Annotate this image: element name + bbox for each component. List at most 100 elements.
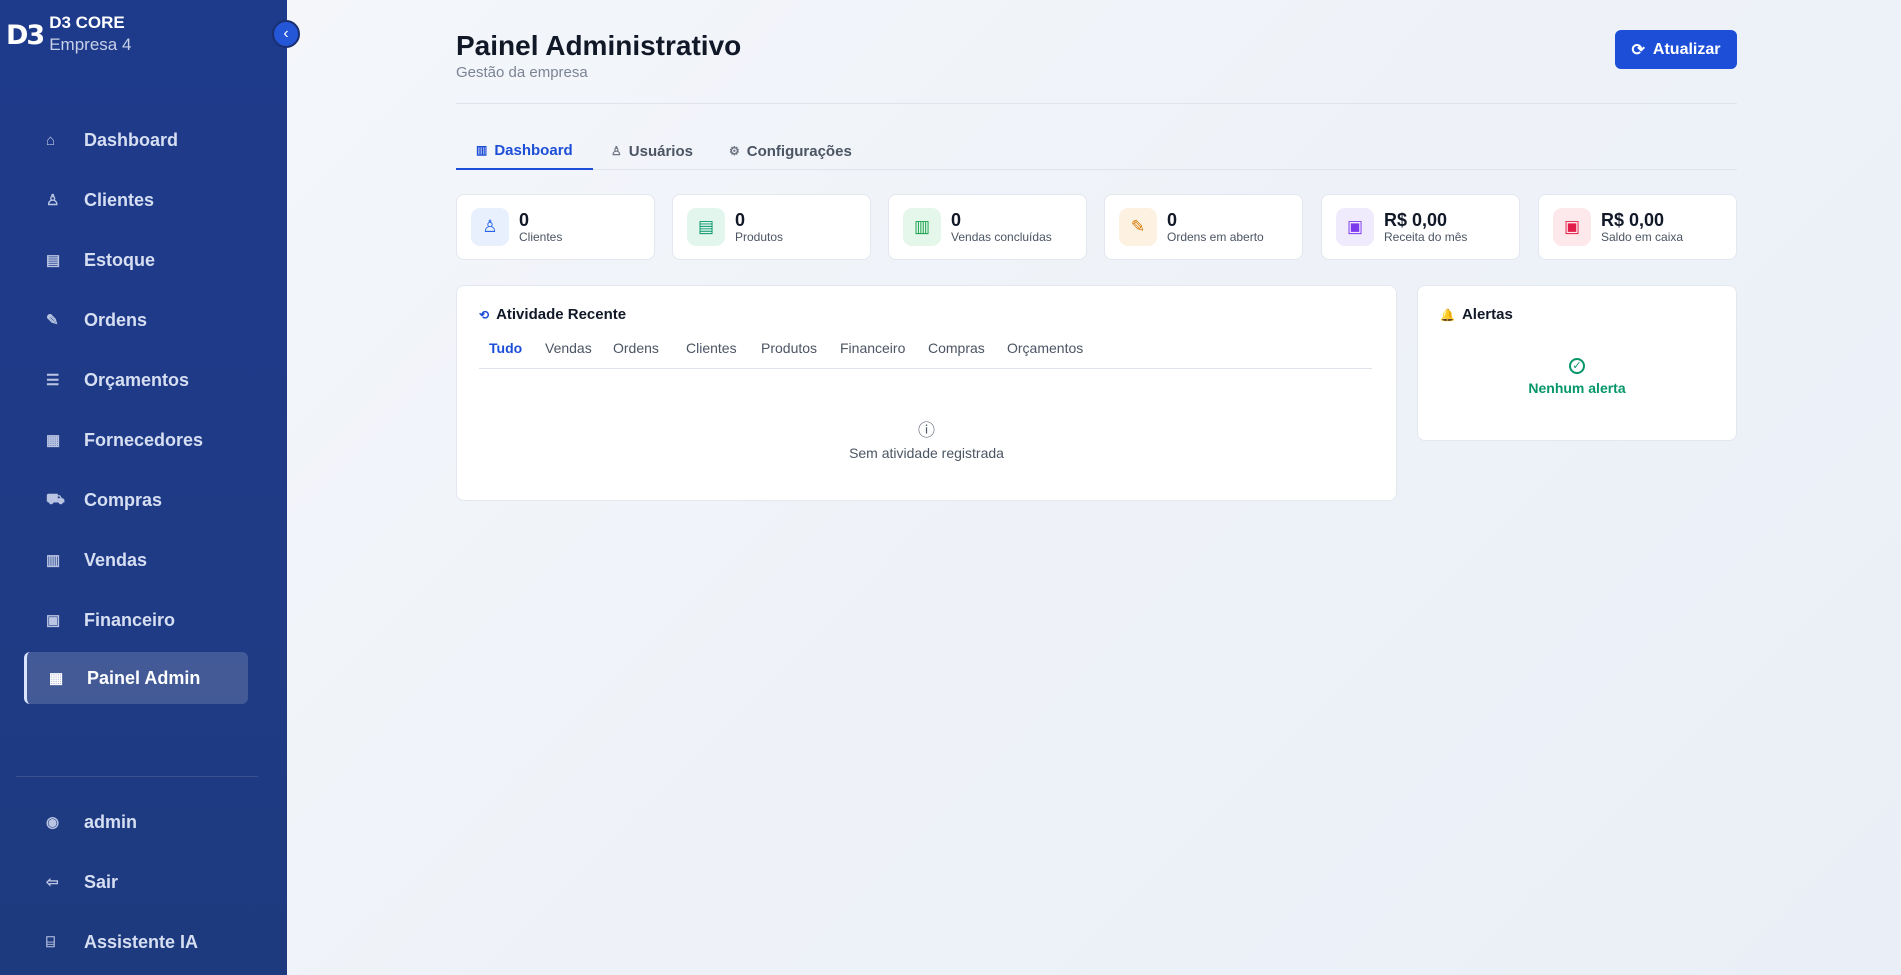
- money-icon: ▣: [1336, 208, 1374, 246]
- filter-orcamentos[interactable]: Orçamentos: [1007, 340, 1083, 356]
- sidebar-item-financeiro[interactable]: ▣ Financeiro: [24, 594, 248, 646]
- stat-value: 0: [1167, 209, 1178, 230]
- tab-configuracoes[interactable]: ⚙ Configurações: [729, 132, 852, 170]
- alerts-empty-state: ✓ Nenhum alerta: [1418, 358, 1736, 396]
- stat-card-produtos: ▤ 0 Produtos: [672, 194, 871, 260]
- admin-tabs: ▥ Dashboard ♙ Usuários ⚙ Configurações: [456, 132, 1737, 170]
- sidebar-item-compras[interactable]: ⛟ Compras: [24, 474, 248, 526]
- stat-label: Vendas concluídas: [951, 229, 1052, 244]
- sidebar-item-label: Ordens: [84, 309, 148, 330]
- stat-card-receita: ▣ R$ 0,00 Receita do mês: [1321, 194, 1520, 260]
- chevron-left-icon: ‹: [283, 25, 289, 42]
- building-icon: ▦: [49, 670, 64, 687]
- document-icon: ☰: [46, 372, 60, 389]
- stat-card-clientes: ♙ 0 Clientes: [456, 194, 655, 260]
- gear-icon: ⚙: [729, 144, 740, 158]
- activity-filters: Tudo Vendas Ordens Clientes Produtos Fin…: [479, 340, 1372, 369]
- stat-label: Saldo em caixa: [1601, 229, 1684, 244]
- tab-dashboard[interactable]: ▥ Dashboard: [456, 132, 593, 170]
- bot-icon: ⌸: [46, 933, 56, 951]
- sidebar-item-clientes[interactable]: ♙ Clientes: [24, 174, 248, 226]
- receipt-icon: ▥: [903, 208, 941, 246]
- brand: D3 D3 CORE Empresa 4: [6, 14, 131, 58]
- logout-icon: ⇦: [46, 874, 59, 891]
- sidebar-item-label: Dashboard: [84, 129, 179, 150]
- refresh-icon: ⟳: [1631, 41, 1645, 59]
- receipt-icon: ▥: [46, 552, 61, 569]
- collapse-sidebar-button[interactable]: ‹: [272, 20, 300, 48]
- tab-label: Dashboard: [494, 141, 573, 159]
- alerts-title: 🔔 Alertas: [1440, 306, 1513, 323]
- user-circle-icon: ◉: [46, 814, 60, 831]
- sidebar-item-admin[interactable]: ◉ admin: [24, 796, 248, 848]
- tab-label: Usuários: [628, 142, 693, 160]
- sidebar-item-label: Sair: [84, 871, 119, 892]
- sidebar-item-fornecedores[interactable]: ▦ Fornecedores: [24, 414, 248, 466]
- check-circle-icon: ✓: [1569, 358, 1585, 374]
- sidebar-item-label: Orçamentos: [84, 369, 190, 390]
- sidebar-item-vendas[interactable]: ▥ Vendas: [24, 534, 248, 586]
- archive-icon: ▤: [687, 208, 725, 246]
- wallet-icon: ▣: [1553, 208, 1591, 246]
- store-icon: ▦: [46, 432, 61, 449]
- sidebar-item-estoque[interactable]: ▤ Estoque: [24, 234, 248, 286]
- bell-icon: 🔔: [1440, 307, 1455, 322]
- alerts-card: 🔔 Alertas ✓ Nenhum alerta: [1417, 285, 1737, 441]
- stat-card-vendas: ▥ 0 Vendas concluídas: [888, 194, 1087, 260]
- alerts-empty-text: Nenhum alerta: [1528, 380, 1626, 396]
- stat-value: R$ 0,00: [1601, 209, 1665, 230]
- header-divider: [456, 103, 1737, 104]
- users-icon: ♙: [611, 144, 622, 158]
- archive-icon: ▤: [46, 252, 61, 269]
- home-icon: ⌂: [46, 131, 56, 149]
- stat-label: Ordens em aberto: [1167, 229, 1264, 244]
- alerts-title-text: Alertas: [1461, 306, 1513, 323]
- filter-clientes[interactable]: Clientes: [686, 340, 737, 356]
- filter-vendas[interactable]: Vendas: [545, 340, 592, 356]
- stat-value: 0: [735, 209, 746, 230]
- brand-title: D3 CORE: [49, 13, 125, 32]
- tab-label: Configurações: [746, 142, 852, 160]
- stat-label: Produtos: [735, 229, 784, 244]
- sidebar-item-label: Assistente IA: [84, 931, 199, 952]
- info-icon: ⓘ: [918, 421, 935, 440]
- activity-title-text: Atividade Recente: [496, 306, 627, 323]
- history-icon: ⟲: [479, 307, 490, 322]
- stat-card-saldo: ▣ R$ 0,00 Saldo em caixa: [1538, 194, 1737, 260]
- sidebar-item-label: Vendas: [84, 549, 148, 570]
- filter-compras[interactable]: Compras: [928, 340, 985, 356]
- sidebar-item-painel-admin[interactable]: ▦ Painel Admin: [24, 652, 248, 704]
- sidebar-item-label: Estoque: [84, 249, 156, 270]
- sidebar: D3 D3 CORE Empresa 4 ⌂ Dashboard ♙ Clien…: [0, 0, 287, 975]
- filter-produtos[interactable]: Produtos: [761, 340, 817, 356]
- sidebar-item-label: admin: [84, 811, 138, 832]
- stat-label: Clientes: [519, 229, 563, 244]
- chart-icon: ▥: [476, 143, 488, 157]
- stat-value: 0: [519, 209, 530, 230]
- sidebar-item-sair[interactable]: ⇦ Sair: [24, 856, 248, 908]
- sidebar-item-dashboard[interactable]: ⌂ Dashboard: [24, 114, 248, 166]
- refresh-button[interactable]: ⟳ Atualizar: [1615, 30, 1737, 69]
- wrench-icon: ✎: [1119, 208, 1157, 246]
- sidebar-item-orcamentos[interactable]: ☰ Orçamentos: [24, 354, 248, 406]
- stat-card-ordens: ✎ 0 Ordens em aberto: [1104, 194, 1303, 260]
- sidebar-divider: [16, 776, 258, 777]
- sidebar-item-label: Financeiro: [84, 609, 176, 630]
- page-title: Painel Administrativo: [456, 30, 742, 61]
- company-name: Empresa 4: [49, 35, 132, 54]
- filter-tudo[interactable]: Tudo: [489, 340, 522, 356]
- stat-label: Receita do mês: [1384, 229, 1468, 244]
- sidebar-item-label: Fornecedores: [84, 429, 204, 450]
- tab-usuarios[interactable]: ♙ Usuários: [611, 132, 693, 170]
- sidebar-item-label: Compras: [84, 489, 163, 510]
- user-icon: ♙: [471, 208, 509, 246]
- filter-ordens[interactable]: Ordens: [613, 340, 659, 356]
- page-subtitle: Gestão da empresa: [456, 64, 588, 81]
- sidebar-item-ordens[interactable]: ✎ Ordens: [24, 294, 248, 346]
- wallet-icon: ▣: [46, 612, 61, 629]
- sidebar-item-assistente-ia[interactable]: ⌸ Assistente IA: [24, 916, 248, 968]
- activity-title: ⟲ Atividade Recente: [479, 306, 626, 323]
- activity-card: ⟲ Atividade Recente Tudo Vendas Ordens C…: [456, 285, 1397, 501]
- stat-value: 0: [951, 209, 962, 230]
- filter-financeiro[interactable]: Financeiro: [840, 340, 905, 356]
